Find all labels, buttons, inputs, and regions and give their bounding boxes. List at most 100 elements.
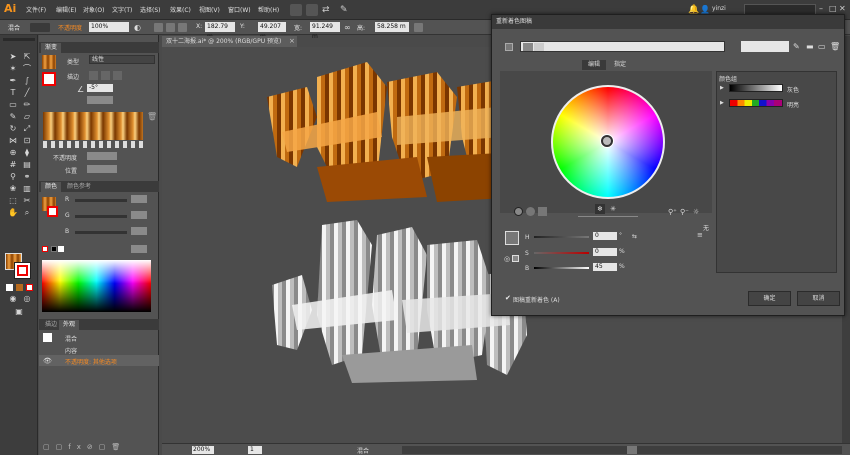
align-icon[interactable] [154,23,163,32]
menu-view[interactable]: 视图(V) [199,5,220,14]
x-field[interactable]: 182.79 m [205,22,235,40]
channel-g-slider[interactable] [75,215,127,218]
grid-icon[interactable] [166,23,175,32]
opacity-label[interactable]: 不透明度 [58,23,82,32]
scrollbar-thumb[interactable] [627,446,637,454]
tab-appearance[interactable]: 外观 [59,320,80,330]
gradient-tool-icon[interactable]: ▤ [22,160,32,169]
appearance-row-contents[interactable]: 内容 [65,346,77,355]
y-field[interactable]: 49.207 m [258,22,286,40]
doc-close-icon[interactable]: × [289,37,295,45]
page-field[interactable]: 1 [248,446,262,454]
free-transform-tool-icon[interactable]: ⊡ [22,136,32,145]
remove-color-tool-icon[interactable]: ⚲⁻ [680,208,689,216]
pencil-tool-icon[interactable]: ✎ [8,112,18,121]
menu-select[interactable]: 选择(S) [140,5,161,14]
menu-type[interactable]: 文字(T) [112,5,132,14]
gradient-stroke-swatch[interactable] [42,72,56,86]
draw-mode-icon[interactable]: ◉ [8,294,18,303]
tab-color-guide[interactable]: 颜色参考 [63,182,95,192]
segmented-wheel-icon[interactable] [526,207,535,216]
close-icon[interactable]: ✕ [839,4,847,14]
aspect-ratio-field[interactable] [87,96,113,104]
unlink-harmony-icon[interactable]: ✳ [608,204,618,214]
menu-help[interactable]: 帮助(H) [258,5,279,14]
rectangle-tool-icon[interactable]: ▭ [8,100,18,109]
bridge-icon[interactable] [290,4,302,16]
color-bars-icon[interactable] [538,207,547,216]
channel-b-field[interactable] [131,227,147,235]
graph-tool-icon[interactable]: ▥ [22,184,32,193]
zoom-select[interactable]: 200% [192,446,214,454]
appearance-footer-icons[interactable]: ▢▢fx⊘▢🗑 [43,443,153,453]
none-options-icon[interactable]: ≡ [697,231,703,239]
brush-tool-icon[interactable]: ✏ [22,100,32,109]
cancel-button[interactable]: 取消 [797,291,840,306]
new-group-icon[interactable]: ▬ [806,42,814,51]
tab-stroke[interactable]: 描边 [41,320,61,330]
saturation-slider[interactable] [534,252,589,254]
blend-tool-icon[interactable]: ⚭ [22,172,32,181]
eyedropper-icon[interactable]: ✎ [793,42,800,51]
arrange-docs-icon[interactable] [306,4,318,16]
gradient-type-select[interactable]: 线性 [89,55,155,64]
transform-icon[interactable] [178,23,187,32]
curvature-tool-icon[interactable]: ∫ [22,76,32,85]
gray-group-arrow-icon[interactable]: ▶ [720,85,724,91]
recolor-icon[interactable]: ◐ [134,23,143,32]
hue-slider[interactable] [534,236,589,238]
fill-swatch[interactable] [30,23,50,32]
hue-field[interactable]: 0 [593,232,617,240]
visibility-eye-icon[interactable]: 👁 [43,357,52,365]
selected-color-swatch[interactable] [505,231,519,245]
user-name[interactable]: yinzi [712,5,726,12]
bright-group-label[interactable]: 明亮 [787,100,799,109]
channel-r-slider[interactable] [75,199,127,202]
pen-tool-icon[interactable]: ✒ [8,76,18,85]
bright-group-swatches[interactable] [729,99,783,107]
height-field[interactable]: 58.258 m [375,22,409,32]
zoom-tool-icon[interactable]: ⌕ [22,208,32,217]
stroke-option-2[interactable] [101,71,110,80]
hex-field[interactable] [131,245,147,253]
angle-field[interactable]: -5° [87,84,113,92]
screen-mode-icon[interactable]: ▣ [14,307,24,316]
current-colors-bar[interactable] [520,41,725,52]
none-mode-icon[interactable] [26,284,33,291]
gradient-preview-swatch[interactable] [42,55,56,69]
artboard-tool-icon[interactable]: ⬚ [8,196,18,205]
current-color-chip-1[interactable] [523,43,533,51]
selection-tool-icon[interactable]: ➤ [8,52,18,61]
magic-wand-tool-icon[interactable]: ✶ [8,64,18,73]
gradient-stops[interactable] [43,141,143,148]
color-group-icon[interactable] [505,43,513,51]
smooth-wheel-icon[interactable] [514,207,523,216]
add-color-tool-icon[interactable]: ⚲⁺ [668,208,677,216]
opacity-field[interactable]: 100% [89,22,129,32]
saturation-field[interactable]: 0 [593,248,617,256]
stop-opacity-field[interactable] [87,152,117,160]
tab-edit[interactable]: 编辑 [582,60,606,70]
link-icon[interactable]: ∞ [344,23,353,32]
menu-edit[interactable]: 编辑(E) [56,5,76,14]
color-spectrum[interactable] [42,260,151,312]
white-swatch[interactable] [58,246,64,252]
target-icon[interactable]: ◎ [504,255,510,263]
width-field[interactable]: 91.249 m [310,22,340,40]
symbol-sprayer-tool-icon[interactable]: ❀ [8,184,18,193]
gradient-slider[interactable] [43,112,143,140]
menu-file[interactable]: 文件(F) [26,5,46,14]
appearance-opacity-label[interactable]: 不透明度: 其他选项 [65,357,117,366]
color-stroke-swatch[interactable] [47,206,58,217]
pen-icon[interactable]: ✎ [340,4,352,16]
tab-gradient[interactable]: 渐变 [41,43,62,53]
small-swatch[interactable] [512,255,519,262]
channel-b-slider[interactable] [75,231,127,234]
mesh-tool-icon[interactable]: # [8,160,18,169]
width-tool-icon[interactable]: ⋈ [8,136,18,145]
brightness-hue-icon[interactable]: ☼ [693,208,699,216]
folder-icon[interactable]: ▭ [818,42,826,51]
menu-window[interactable]: 窗口(W) [228,5,251,14]
eraser-tool-icon[interactable]: ▱ [22,112,32,121]
maximize-icon[interactable]: □ [829,4,837,14]
